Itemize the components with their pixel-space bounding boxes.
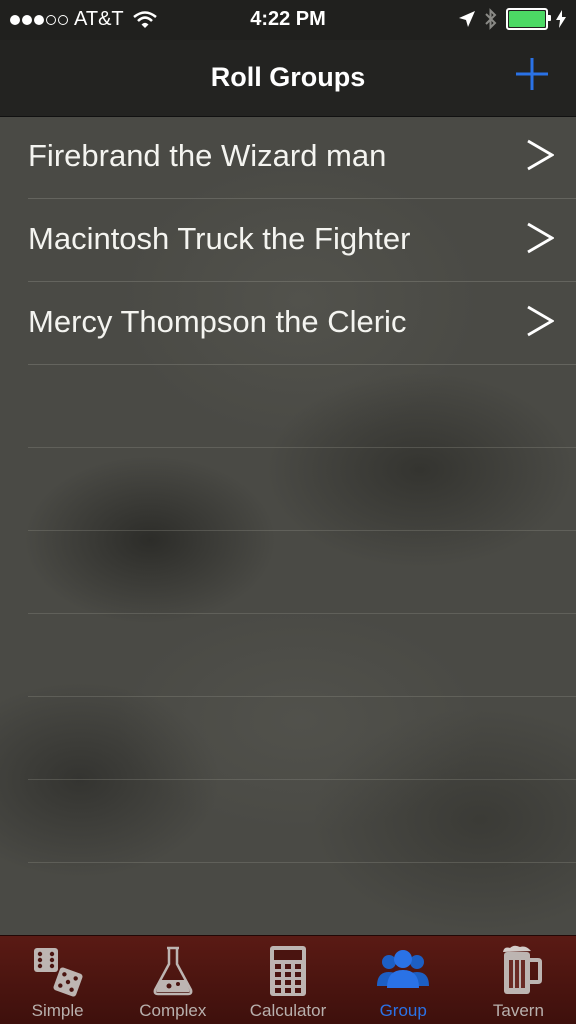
tab-label: Group — [379, 1001, 427, 1020]
list-item-label: Macintosh Truck the Fighter — [28, 221, 411, 256]
tab-calculator[interactable]: Calculator — [230, 936, 345, 1024]
tab-bar: Simple Complex Calculator Group Tavern — [0, 935, 576, 1024]
battery-icon — [506, 8, 551, 30]
location-arrow-icon — [459, 11, 475, 27]
empty-row — [28, 531, 576, 614]
status-right — [458, 8, 566, 30]
chevron-right-icon — [527, 222, 554, 254]
tab-simple[interactable]: Simple — [0, 936, 115, 1024]
empty-row — [28, 448, 576, 531]
tab-complex[interactable]: Complex — [115, 936, 230, 1024]
list-item-label: Mercy Thompson the Cleric — [28, 304, 407, 339]
empty-row — [28, 697, 576, 780]
tab-tavern[interactable]: Tavern — [461, 936, 576, 1024]
plus-icon — [516, 58, 548, 90]
chevron-right-icon — [527, 305, 554, 337]
beer-mug-icon — [503, 945, 543, 994]
calculator-icon — [270, 946, 306, 996]
list-item[interactable]: Firebrand the Wizard man — [28, 116, 576, 199]
charging-bolt-icon — [556, 10, 566, 28]
chevron-right-icon — [527, 139, 554, 171]
tab-label: Simple — [31, 1001, 84, 1020]
roll-group-list: Firebrand the Wizard man Macintosh Truck… — [0, 116, 576, 863]
list-item-label: Firebrand the Wizard man — [28, 138, 387, 173]
tab-group[interactable]: Group — [346, 936, 461, 1024]
tab-label: Complex — [139, 1001, 207, 1020]
list-item[interactable]: Mercy Thompson the Cleric — [28, 282, 576, 365]
empty-row — [28, 614, 576, 697]
flask-icon — [153, 946, 193, 996]
add-group-button[interactable] — [514, 56, 550, 92]
dice-icon — [33, 948, 83, 997]
list-item[interactable]: Macintosh Truck the Fighter — [28, 199, 576, 282]
tab-label: Tavern — [492, 1001, 544, 1020]
tab-label: Calculator — [249, 1001, 327, 1020]
navigation-bar: Roll Groups — [0, 40, 576, 117]
bluetooth-icon — [485, 8, 497, 30]
group-icon — [377, 950, 430, 988]
empty-row — [28, 780, 576, 863]
status-bar: AT&T 4:22 PM — [0, 0, 576, 40]
battery-fill — [509, 11, 545, 27]
empty-row — [28, 365, 576, 448]
page-title: Roll Groups — [210, 62, 366, 92]
